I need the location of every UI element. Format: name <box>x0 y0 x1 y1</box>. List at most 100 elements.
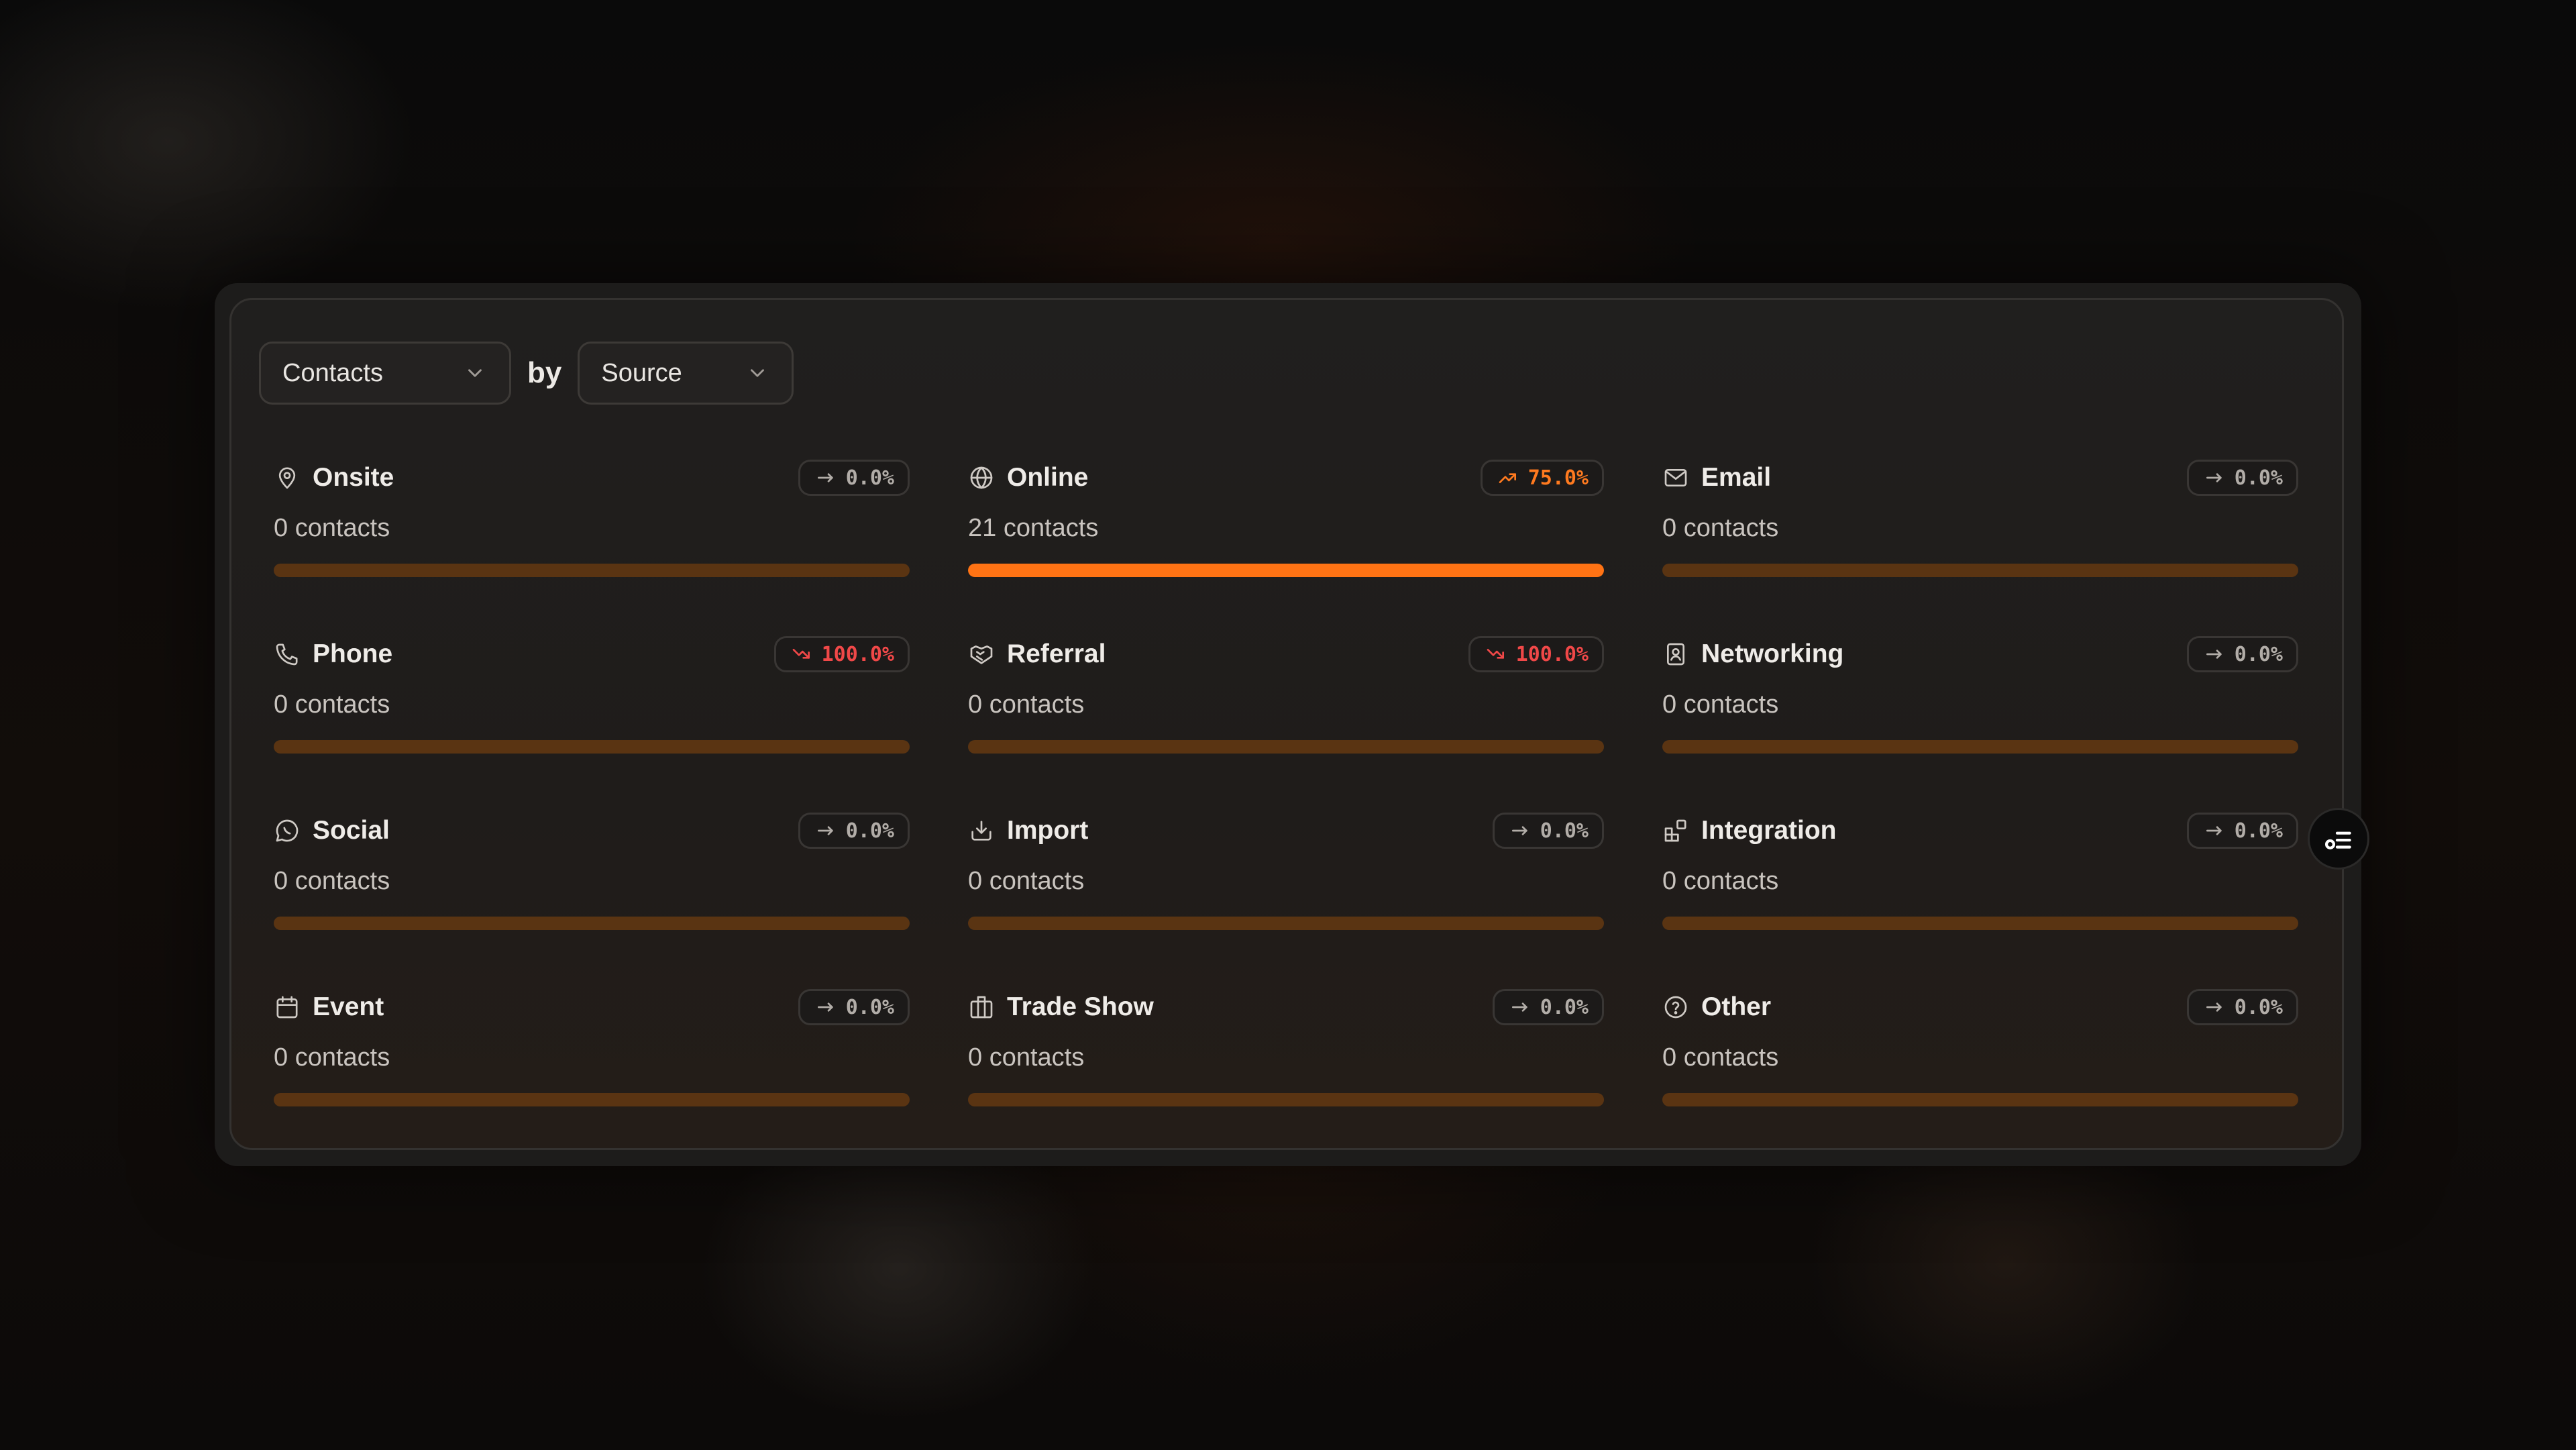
card-count: 0 contacts <box>274 690 390 719</box>
card-header: Social <box>274 815 390 847</box>
source-card-event[interactable]: Event 0.0% 0 contacts <box>274 983 910 1110</box>
card-header: Integration <box>1662 815 1837 847</box>
card-title: Trade Show <box>1007 992 1154 1021</box>
phone-icon <box>274 641 301 668</box>
card-title: Social <box>313 816 390 845</box>
by-label: by <box>527 356 562 389</box>
change-badge: 0.0% <box>2186 989 2298 1025</box>
handshake-icon <box>968 641 995 668</box>
card-title: Online <box>1007 463 1089 492</box>
share-bar <box>1662 564 2298 577</box>
floating-action-button[interactable] <box>2308 808 2369 870</box>
trend-up-icon <box>1497 467 1528 488</box>
change-value: 0.0% <box>2234 995 2283 1019</box>
change-value: 0.0% <box>2234 466 2283 490</box>
change-badge: 0.0% <box>1492 813 1604 849</box>
change-value: 0.0% <box>2234 642 2283 666</box>
share-bar <box>274 1093 910 1106</box>
metric-select-value: Contacts <box>282 358 383 387</box>
card-header: Phone <box>274 638 392 670</box>
source-card-phone[interactable]: Phone 100.0% 0 contacts <box>274 630 910 758</box>
card-header: Onsite <box>274 462 394 494</box>
source-card-import[interactable]: Import 0.0% 0 contacts <box>968 807 1604 934</box>
card-title: Onsite <box>313 463 394 492</box>
chevron-down-icon <box>746 362 769 384</box>
globe-icon <box>968 464 995 491</box>
source-card-referral[interactable]: Referral 100.0% 0 contacts <box>968 630 1604 758</box>
chevron-down-icon <box>464 362 486 384</box>
chat-bubble-icon <box>274 817 301 844</box>
share-bar <box>1662 917 2298 930</box>
source-card-onsite[interactable]: Onsite 0.0% 0 contacts <box>274 454 910 581</box>
card-header: Import <box>968 815 1088 847</box>
share-bar <box>1662 1093 2298 1106</box>
group-by-select-value: Source <box>601 358 682 387</box>
share-bar <box>274 564 910 577</box>
source-card-social[interactable]: Social 0.0% 0 contacts <box>274 807 910 934</box>
share-bar <box>274 917 910 930</box>
source-card-online[interactable]: Online 75.0% 21 contacts <box>968 454 1604 581</box>
source-card-networking[interactable]: Networking 0.0% 0 contacts <box>1662 630 2298 758</box>
card-title: Event <box>313 992 384 1021</box>
mail-icon <box>1662 464 1689 491</box>
change-value: 75.0% <box>1527 466 1589 490</box>
change-badge: 0.0% <box>798 813 910 849</box>
change-badge: 0.0% <box>2186 813 2298 849</box>
metric-select[interactable]: Contacts <box>259 342 511 405</box>
trend-flat-icon <box>815 820 846 841</box>
trend-flat-icon <box>815 996 846 1018</box>
trend-flat-icon <box>1509 820 1540 841</box>
booth-icon <box>968 994 995 1021</box>
source-card-trade-show[interactable]: Trade Show 0.0% 0 contacts <box>968 983 1604 1110</box>
trend-flat-icon <box>2204 643 2235 665</box>
share-bar <box>968 1093 1604 1106</box>
card-count: 0 contacts <box>274 1043 390 1072</box>
card-count: 0 contacts <box>968 1043 1085 1072</box>
card-count: 0 contacts <box>274 867 390 895</box>
change-value: 0.0% <box>845 995 894 1019</box>
card-count: 0 contacts <box>968 867 1085 895</box>
card-title: Networking <box>1701 639 1844 668</box>
change-value: 0.0% <box>2234 819 2283 843</box>
change-badge: 0.0% <box>798 989 910 1025</box>
change-badge: 0.0% <box>798 460 910 496</box>
map-pin-icon <box>274 464 301 491</box>
card-title: Phone <box>313 639 393 668</box>
calendar-icon <box>274 994 301 1021</box>
change-badge: 100.0% <box>773 636 910 672</box>
change-badge: 0.0% <box>2186 460 2298 496</box>
card-header: Other <box>1662 991 1771 1023</box>
share-bar <box>968 917 1604 930</box>
source-card-integration[interactable]: Integration 0.0% 0 contacts <box>1662 807 2298 934</box>
change-badge: 0.0% <box>1492 989 1604 1025</box>
trend-flat-icon <box>1509 996 1540 1018</box>
group-by-select[interactable]: Source <box>578 342 794 405</box>
contact-book-icon <box>1662 641 1689 668</box>
breakdown-toolbar: Contacts by Source <box>259 341 794 405</box>
share-bar <box>968 564 1604 577</box>
blocks-icon <box>1662 817 1689 844</box>
card-count: 0 contacts <box>274 514 390 542</box>
change-value: 0.0% <box>845 466 894 490</box>
change-value: 0.0% <box>845 819 894 843</box>
change-badge: 100.0% <box>1468 636 1604 672</box>
change-value: 0.0% <box>1540 995 1589 1019</box>
trend-flat-icon <box>2204 467 2235 488</box>
card-title: Referral <box>1007 639 1106 668</box>
share-bar <box>274 740 910 754</box>
change-value: 0.0% <box>1540 819 1589 843</box>
change-value: 100.0% <box>821 642 894 666</box>
card-header: Trade Show <box>968 991 1154 1023</box>
card-title: Other <box>1701 992 1772 1021</box>
trend-down-icon <box>1485 643 1516 665</box>
card-header: Referral <box>968 638 1106 670</box>
card-header: Online <box>968 462 1088 494</box>
change-badge: 0.0% <box>2186 636 2298 672</box>
source-card-email[interactable]: Email 0.0% 0 contacts <box>1662 454 2298 581</box>
card-title: Integration <box>1701 816 1837 845</box>
card-count: 0 contacts <box>1662 867 1779 895</box>
card-count: 0 contacts <box>968 690 1085 719</box>
trend-down-icon <box>791 643 822 665</box>
card-header: Networking <box>1662 638 1843 670</box>
source-card-other[interactable]: Other 0.0% 0 contacts <box>1662 983 2298 1110</box>
